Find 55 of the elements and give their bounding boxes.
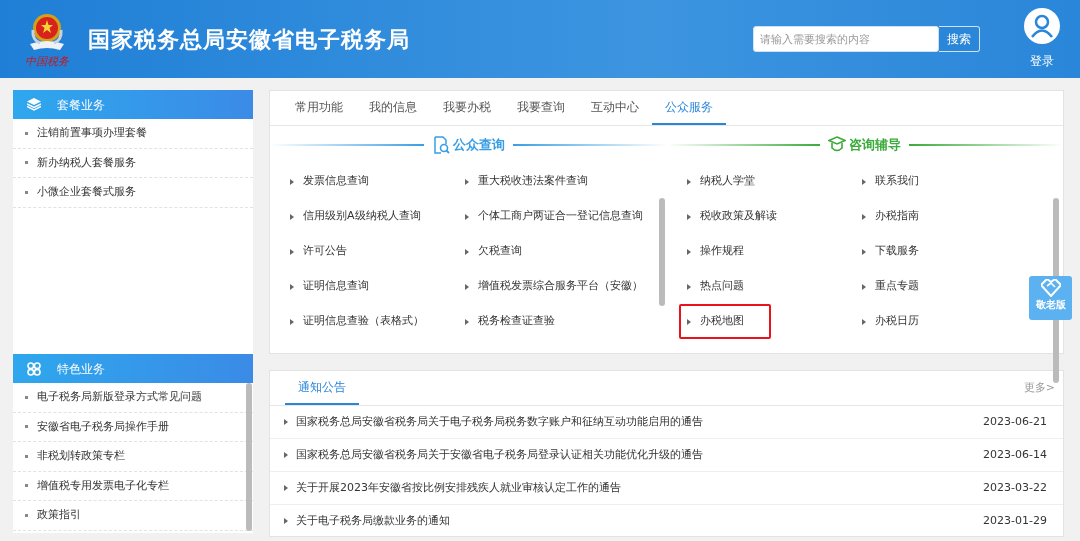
tab[interactable]: 我要查询 xyxy=(504,90,578,125)
notice-link[interactable]: 国家税务总局安徽省税务局关于安徽省电子税务局登录认证相关功能优化升级的通告 xyxy=(296,446,703,464)
clover-icon xyxy=(27,361,41,376)
site-title: 国家税务总局安徽省电子税务局 xyxy=(88,25,410,54)
user-avatar-icon[interactable] xyxy=(1024,8,1060,44)
search-field[interactable]: 请输入需要搜索的内容 xyxy=(753,26,939,52)
service-link[interactable]: 欠税查询 xyxy=(457,234,530,269)
scrollbar[interactable] xyxy=(246,383,252,531)
layers-icon xyxy=(27,98,41,111)
panel-title: 套餐业务 xyxy=(57,96,105,114)
panel-title: 特色业务 xyxy=(57,360,105,378)
service-link[interactable]: 证明信息查验（表格式） xyxy=(282,304,432,339)
sidebar-item[interactable]: 新办纳税人套餐服务 xyxy=(13,148,253,178)
notice-date: 2023-01-29 xyxy=(983,512,1047,529)
tab[interactable]: 我要办税 xyxy=(430,90,504,125)
tab[interactable]: 互动中心 xyxy=(578,90,652,125)
service-link[interactable]: 重点专题 xyxy=(853,269,927,304)
service-link[interactable]: 联系我们 xyxy=(853,164,927,199)
notice-link[interactable]: 关于开展2023年安徽省按比例安排残疾人就业审核认定工作的通告 xyxy=(296,479,621,497)
notice-link[interactable]: 关于电子税务局缴款业务的通知 xyxy=(296,512,450,530)
sidebar-item[interactable]: 注销前置事项办理套餐 xyxy=(13,119,253,149)
service-link[interactable]: 信用级别A级纳税人查询 xyxy=(282,199,429,234)
notice-date: 2023-03-22 xyxy=(983,479,1047,496)
handshake-icon xyxy=(1040,279,1061,297)
search-button[interactable]: 搜索 xyxy=(939,26,980,52)
sidebar-item[interactable]: 小微企业套餐式服务 xyxy=(13,178,253,208)
notice-link[interactable]: 国家税务总局安徽省税务局关于电子税务局税务数字账户和征纳互动功能启用的通告 xyxy=(296,413,703,431)
service-link[interactable]: 税务检查证查验 xyxy=(457,304,563,339)
logo-caption: 中国税务 xyxy=(25,55,69,69)
service-link[interactable]: 办税地图 xyxy=(678,304,771,339)
graduate-icon xyxy=(828,136,847,154)
scrollbar[interactable] xyxy=(658,198,665,306)
tab[interactable]: 公众服务 xyxy=(652,90,726,125)
login-link[interactable]: 登录 xyxy=(1030,52,1054,70)
notice-date: 2023-06-14 xyxy=(983,446,1047,463)
search-document-icon xyxy=(431,136,450,154)
service-link[interactable]: 许可公告 xyxy=(282,234,355,269)
service-link[interactable]: 发票信息查询 xyxy=(282,164,377,199)
tab[interactable]: 常用功能 xyxy=(282,90,356,125)
service-link[interactable]: 办税日历 xyxy=(853,304,927,339)
section-title: 咨询辅导 xyxy=(849,136,902,155)
service-link[interactable]: 热点问题 xyxy=(678,269,752,304)
notice-date: 2023-06-21 xyxy=(983,413,1047,430)
service-link[interactable]: 办税指南 xyxy=(853,199,927,234)
service-link[interactable]: 操作规程 xyxy=(678,234,752,269)
service-link[interactable]: 下载服务 xyxy=(853,234,927,269)
tab[interactable]: 我的信息 xyxy=(356,90,430,125)
tab[interactable]: 通知公告 xyxy=(285,371,359,405)
service-link[interactable]: 重大税收违法案件查询 xyxy=(457,164,596,199)
service-link[interactable]: 个体工商户两证合一登记信息查询 xyxy=(457,199,651,234)
section-title: 公众查询 xyxy=(452,136,505,155)
service-link[interactable]: 证明信息查询 xyxy=(282,269,377,304)
service-link[interactable]: 纳税人学堂 xyxy=(678,164,763,199)
service-link[interactable]: 增值税发票综合服务平台（安徽） xyxy=(457,269,651,304)
service-link[interactable]: 税收政策及解读 xyxy=(678,199,785,234)
